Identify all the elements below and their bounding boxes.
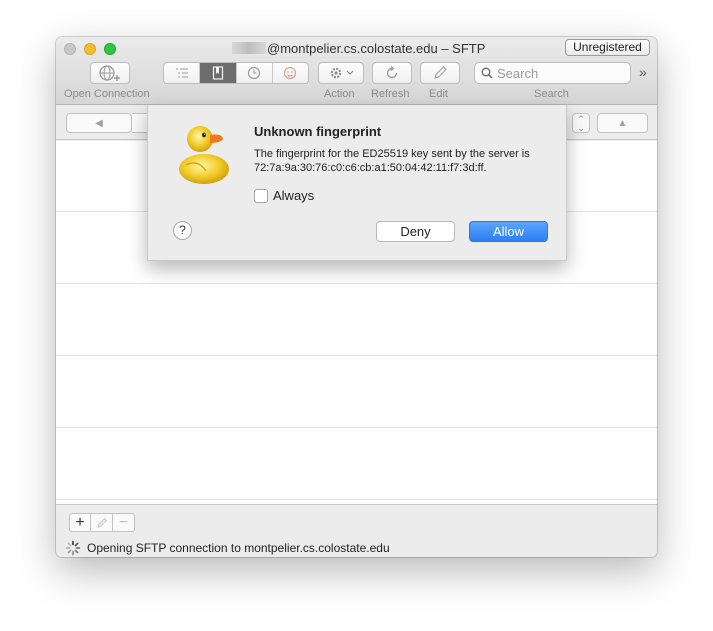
zoom-window-button[interactable]: [104, 43, 116, 55]
globe-plus-icon: [99, 65, 120, 81]
bonjour-icon[interactable]: [273, 63, 308, 83]
history-icon[interactable]: [237, 63, 273, 83]
back-button[interactable]: ◀: [66, 113, 132, 133]
refresh-button[interactable]: [372, 62, 412, 84]
search-icon: [481, 67, 493, 79]
cyberduck-duck-icon: [179, 126, 229, 184]
search-input[interactable]: [497, 65, 627, 81]
refresh-label: Refresh: [371, 88, 410, 100]
edit-label: Edit: [429, 88, 448, 100]
bottom-bar: + − Opening SFTP connection to montpelie…: [56, 504, 657, 557]
always-checkbox[interactable]: [254, 188, 268, 203]
open-connection-label: Open Connection: [64, 88, 150, 100]
minimize-window-button[interactable]: [84, 43, 96, 55]
triangle-up-icon: ▲: [617, 117, 628, 129]
unregistered-badge[interactable]: Unregistered: [565, 39, 650, 56]
always-checkbox-label[interactable]: Always: [273, 188, 314, 203]
outline-view-icon[interactable]: [164, 63, 201, 83]
row-separator: [56, 499, 657, 500]
edit-button[interactable]: [420, 62, 460, 84]
dialog-message: The fingerprint for the ED25519 key sent…: [254, 148, 530, 174]
window-title: @montpelier.cs.colostate.edu – SFTP: [232, 41, 485, 56]
open-connection-button[interactable]: [90, 62, 130, 84]
deny-button[interactable]: Deny: [376, 221, 455, 242]
spinner-icon: [65, 540, 81, 556]
gear-icon: [330, 67, 341, 79]
titlebar: @montpelier.cs.colostate.edu – SFTP Unre…: [56, 37, 657, 105]
bookmarks-icon[interactable]: [200, 63, 237, 83]
refresh-icon: [386, 65, 398, 79]
parent-directory-button[interactable]: ▲: [597, 113, 648, 133]
plus-icon: +: [75, 513, 85, 531]
allow-button[interactable]: Allow: [469, 221, 548, 242]
row-separator: [56, 283, 657, 284]
redacted-username: [232, 42, 266, 54]
close-window-button[interactable]: [64, 43, 76, 55]
pencil-icon: [434, 66, 447, 79]
chevron-down-icon: [346, 70, 353, 75]
pencil-icon: [96, 517, 107, 528]
chevron-up-down-icon: ⌃ ⌄: [577, 114, 585, 133]
status-text: Opening SFTP connection to montpelier.cs…: [87, 541, 390, 555]
triangle-left-icon: ◀: [95, 117, 103, 129]
path-popup-button[interactable]: ⌃ ⌄: [572, 113, 590, 133]
fingerprint-dialog: Unknown fingerprint The fingerprint for …: [147, 105, 567, 261]
action-label: Action: [324, 88, 355, 100]
minus-icon: −: [118, 513, 129, 531]
add-button[interactable]: +: [69, 513, 91, 532]
always-checkbox-row[interactable]: Always: [254, 188, 314, 203]
row-separator: [56, 427, 657, 428]
edit-bookmark-button[interactable]: [91, 513, 113, 532]
row-separator: [56, 355, 657, 356]
remove-button[interactable]: −: [113, 513, 135, 532]
action-button[interactable]: [318, 62, 364, 84]
dialog-title: Unknown fingerprint: [254, 124, 382, 139]
help-button[interactable]: ?: [173, 221, 192, 240]
toolbar-overflow-icon[interactable]: »: [639, 64, 647, 80]
search-field[interactable]: [474, 62, 631, 84]
view-mode-segmented-control: [163, 62, 309, 84]
search-label: Search: [534, 88, 569, 100]
